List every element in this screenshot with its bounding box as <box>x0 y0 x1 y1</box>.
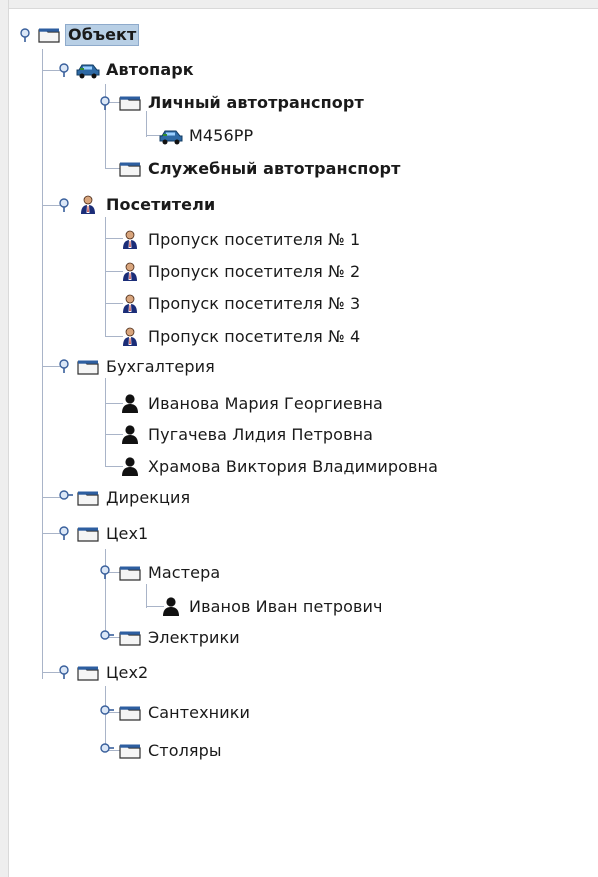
tree-node-label: Служебный автотранспорт <box>148 158 401 178</box>
tree-node-object[interactable]: Объект <box>36 22 140 47</box>
expand-handle-icon[interactable] <box>58 489 74 505</box>
tree-node-label: Пропуск посетителя № 4 <box>148 326 361 346</box>
object-tree[interactable]: Объект Автопарк Личный автотранспорт М45… <box>0 0 598 877</box>
folder-icon <box>117 562 143 584</box>
folder-icon <box>117 627 143 649</box>
folder-icon <box>75 356 101 378</box>
tree-node-carpenters[interactable]: Столяры <box>117 738 222 763</box>
visitor-icon <box>75 194 101 216</box>
tree-node-accounting[interactable]: Бухгалтерия <box>75 354 215 379</box>
tree-node-pass-1[interactable]: Пропуск посетителя № 1 <box>117 227 360 252</box>
collapse-handle-icon[interactable] <box>58 358 74 374</box>
tree-node-electricians[interactable]: Электрики <box>117 625 240 650</box>
tree-node-label: Сантехники <box>148 702 250 722</box>
tree-node-label: Пропуск посетителя № 3 <box>148 293 361 313</box>
tree-node-workshop-1[interactable]: Цех1 <box>75 521 148 546</box>
tree-node-label: Бухгалтерия <box>106 356 215 376</box>
visitor-icon <box>117 229 143 251</box>
tree-guide-line <box>42 49 43 679</box>
tree-node-label: Электрики <box>148 627 240 647</box>
tree-node-plumbers[interactable]: Сантехники <box>117 700 250 725</box>
tree-node-label: Объект <box>65 23 140 46</box>
tree-node-label: Личный автотранспорт <box>148 92 364 112</box>
car-icon <box>75 59 101 81</box>
tree-node-workshop-2[interactable]: Цех2 <box>75 660 148 685</box>
folder-icon <box>117 92 143 114</box>
tree-node-label: Храмова Виктория Владимировна <box>148 456 438 476</box>
tree-guide-line <box>105 217 106 336</box>
folder-icon <box>117 740 143 762</box>
tree-node-label: Автопарк <box>106 59 194 79</box>
tree-node-directorate[interactable]: Дирекция <box>75 485 190 510</box>
collapse-handle-icon[interactable] <box>58 197 74 213</box>
car-icon <box>158 125 184 147</box>
folder-icon <box>75 523 101 545</box>
folder-icon <box>117 702 143 724</box>
collapse-handle-icon[interactable] <box>99 564 115 580</box>
collapse-handle-icon[interactable] <box>58 62 74 78</box>
tree-node-label: Мастера <box>148 562 221 582</box>
tree-node-label: Пугачева Лидия Петровна <box>148 424 374 444</box>
expand-handle-icon[interactable] <box>99 742 115 758</box>
tree-node-label: Цех1 <box>106 523 149 543</box>
tree-node-masters[interactable]: Мастера <box>117 560 220 585</box>
tree-node-personal-transport[interactable]: Личный автотранспорт <box>117 90 364 115</box>
tree-node-label: Иванова Мария Георгиевна <box>148 393 383 413</box>
folder-icon <box>36 24 62 46</box>
tree-node-label: Посетители <box>106 194 216 214</box>
expand-handle-icon[interactable] <box>99 629 115 645</box>
visitor-icon <box>117 293 143 315</box>
tree-guide-line <box>105 549 106 637</box>
folder-icon <box>75 487 101 509</box>
tree-node-pass-2[interactable]: Пропуск посетителя № 2 <box>117 259 360 284</box>
collapse-handle-icon[interactable] <box>58 664 74 680</box>
tree-node-pass-3[interactable]: Пропуск посетителя № 3 <box>117 291 360 316</box>
tree-node-service-transport[interactable]: Служебный автотранспорт <box>117 156 400 181</box>
expand-handle-icon[interactable] <box>99 704 115 720</box>
collapse-handle-icon[interactable] <box>58 525 74 541</box>
tree-node-label: Цех2 <box>106 662 149 682</box>
tree-node-label: Столяры <box>148 740 222 760</box>
tree-node-label: Пропуск посетителя № 2 <box>148 261 361 281</box>
tree-node-label: Пропуск посетителя № 1 <box>148 229 361 249</box>
visitor-icon <box>117 261 143 283</box>
tree-guide-line <box>105 378 106 466</box>
person-icon <box>117 456 143 478</box>
collapse-handle-icon[interactable] <box>99 95 115 111</box>
tree-node-vehicle[interactable]: М456РР <box>158 123 253 148</box>
folder-icon <box>75 662 101 684</box>
tree-node-person-3[interactable]: Храмова Виктория Владимировна <box>117 454 438 479</box>
person-icon <box>117 393 143 415</box>
tree-node-person-2[interactable]: Пугачева Лидия Петровна <box>117 422 373 447</box>
tree-node-label: М456РР <box>189 125 254 145</box>
tree-node-pass-4[interactable]: Пропуск посетителя № 4 <box>117 324 360 349</box>
tree-node-person-4[interactable]: Иванов Иван петрович <box>158 594 383 619</box>
tree-node-person-1[interactable]: Иванова Мария Георгиевна <box>117 391 383 416</box>
tree-guide-line <box>146 584 147 608</box>
tree-node-label: Дирекция <box>106 487 191 507</box>
tree-node-autopark[interactable]: Автопарк <box>75 57 194 82</box>
collapse-handle-icon[interactable] <box>19 27 35 43</box>
folder-icon <box>117 158 143 180</box>
tree-node-visitors[interactable]: Посетители <box>75 192 215 217</box>
person-icon <box>158 596 184 618</box>
person-icon <box>117 424 143 446</box>
tree-node-label: Иванов Иван петрович <box>189 596 383 616</box>
visitor-icon <box>117 326 143 348</box>
